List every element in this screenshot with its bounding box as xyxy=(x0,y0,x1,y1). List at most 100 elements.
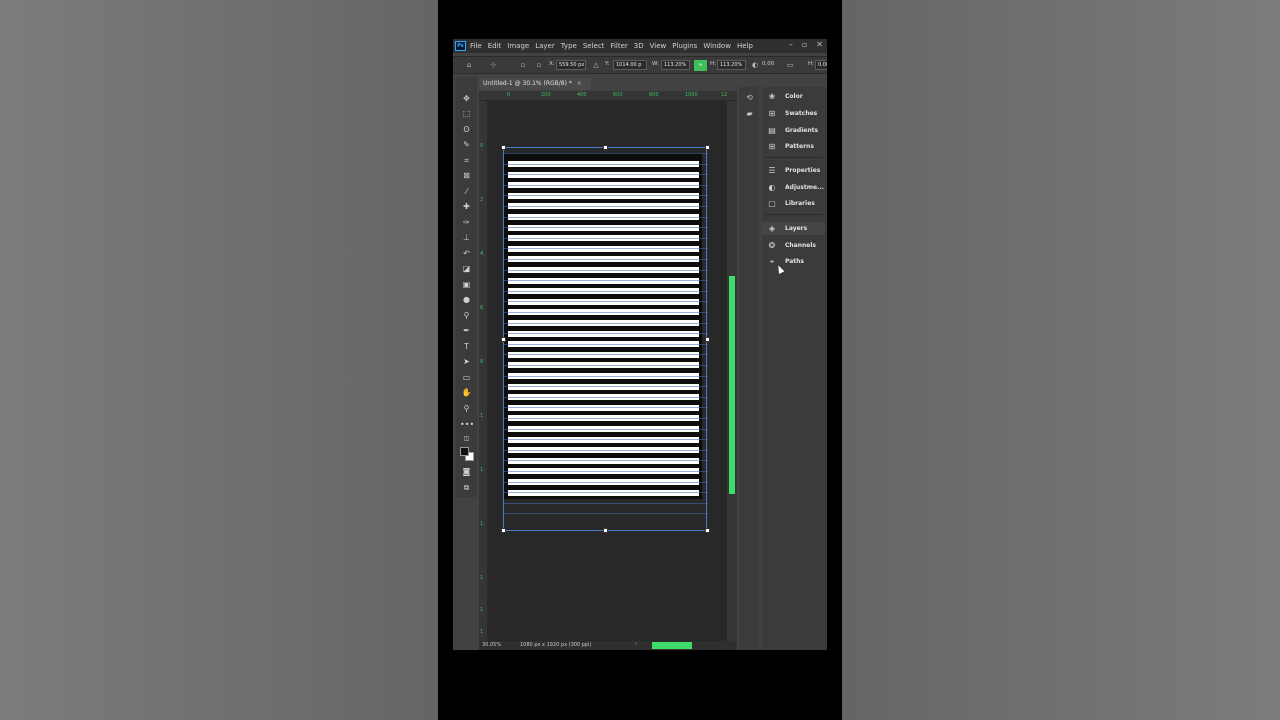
x-label: X: xyxy=(549,61,555,67)
angle-field[interactable]: 0.00 xyxy=(762,61,774,67)
home-icon[interactable]: ⌂ xyxy=(465,61,473,69)
panel-label: Color xyxy=(785,93,803,100)
screen-mode-icon[interactable]: ⧉ xyxy=(460,482,473,494)
menu-view[interactable]: View xyxy=(650,42,667,50)
pen-tool-icon[interactable]: ✒ xyxy=(460,325,473,337)
hand-tool-icon[interactable]: ✋ xyxy=(460,387,473,399)
frame-tool-icon[interactable]: ⊠ xyxy=(460,170,473,182)
brush-tool-icon[interactable]: ✑ xyxy=(460,217,473,229)
menu-type[interactable]: Type xyxy=(561,42,577,50)
horizontal-scrollbar-thumb[interactable] xyxy=(652,642,692,649)
history-icon[interactable]: ⟲ xyxy=(744,92,755,103)
layer-bound-line xyxy=(504,227,708,229)
panel-libraries[interactable]: ▢ Libraries xyxy=(762,197,825,210)
reference-grid-icon[interactable]: ▫ xyxy=(535,61,543,69)
tab-close-icon[interactable]: × xyxy=(577,80,582,87)
zoom-tool-icon[interactable]: ⚲ xyxy=(460,403,473,415)
panel-label: Gradients xyxy=(785,127,819,134)
menu-filter[interactable]: Filter xyxy=(610,42,627,50)
quick-mask-icon[interactable]: ◙ xyxy=(460,466,473,478)
path-selection-tool-icon[interactable]: ➤ xyxy=(460,356,473,368)
menu-layer[interactable]: Layer xyxy=(535,42,555,50)
y-label: Y: xyxy=(605,61,610,67)
warp-icon[interactable]: ▭ xyxy=(786,61,794,69)
transform-handle-right[interactable] xyxy=(705,337,710,342)
reference-point-icon[interactable]: ▫ xyxy=(519,61,527,69)
photoshop-logo-icon: Ps xyxy=(455,41,466,51)
y-field[interactable]: 1014.00 p xyxy=(613,60,647,70)
canvas-area[interactable] xyxy=(488,101,727,641)
menu-help[interactable]: Help xyxy=(737,42,753,50)
panel-properties[interactable]: ☰ Properties xyxy=(762,164,825,177)
panel-paths[interactable]: ⌖ Paths xyxy=(762,255,825,268)
transform-handle-top[interactable] xyxy=(603,145,608,150)
move-tool-preset-icon[interactable]: ⊹ xyxy=(489,61,497,69)
ruler-tick: 4 xyxy=(480,251,484,257)
default-colors-icon[interactable]: ◫ xyxy=(460,433,473,445)
vertical-scrollbar[interactable] xyxy=(727,101,737,641)
layer-bound-line xyxy=(504,290,708,292)
panel-layers[interactable]: ◈ Layers xyxy=(762,222,825,235)
document-info: 1080 px x 1920 px (300 ppi) xyxy=(520,642,592,648)
h-field[interactable]: 113.20% xyxy=(717,60,746,70)
transform-bounding-box[interactable] xyxy=(501,145,710,533)
gradient-tool-icon[interactable]: ▣ xyxy=(460,279,473,291)
quick-select-tool-icon[interactable]: ✎ xyxy=(460,139,473,151)
menu-edit[interactable]: Edit xyxy=(488,42,502,50)
layer-bound-line xyxy=(504,407,708,409)
document-tab[interactable]: Untitled-1 @ 30.1% (RGB/8) * × xyxy=(479,78,591,90)
minimize-icon[interactable]: – xyxy=(789,40,793,49)
lasso-tool-icon[interactable]: ʘ xyxy=(460,124,473,136)
layer-bound-line xyxy=(504,259,708,260)
dodge-tool-icon[interactable]: ⚲ xyxy=(460,310,473,322)
maximize-icon[interactable]: ▫ xyxy=(802,40,807,49)
layer-bound-line xyxy=(504,492,708,494)
menu-3d[interactable]: 3D xyxy=(634,42,644,50)
panel-gradients[interactable]: ▤ Gradients xyxy=(762,124,825,137)
menu-window[interactable]: Window xyxy=(703,42,731,50)
transform-handle-top-right[interactable] xyxy=(705,145,710,150)
layer-bound-line xyxy=(504,216,708,218)
foreground-color-swatch[interactable] xyxy=(460,447,469,456)
h-skew-field[interactable]: 0.00 xyxy=(815,60,827,70)
menu-select[interactable]: Select xyxy=(583,42,605,50)
marquee-tool-icon[interactable]: ⬚ xyxy=(460,108,473,120)
menu-image[interactable]: Image xyxy=(507,42,529,50)
more-tools-icon[interactable]: ••• xyxy=(460,419,474,431)
type-tool-icon[interactable]: T xyxy=(460,341,473,353)
menu-plugins[interactable]: Plugins xyxy=(672,42,697,50)
h-skew-label: H: xyxy=(808,61,814,67)
panel-color[interactable]: ❀ Color xyxy=(762,90,825,103)
clone-stamp-tool-icon[interactable]: ⊥ xyxy=(460,232,473,244)
close-icon[interactable]: ✕ xyxy=(816,40,823,49)
w-field[interactable]: 113.20% xyxy=(661,60,690,70)
link-aspect-button[interactable]: ∞ xyxy=(694,60,707,71)
transform-handle-bottom-left[interactable] xyxy=(501,528,506,533)
rectangle-tool-icon[interactable]: ▭ xyxy=(460,372,473,384)
healing-brush-tool-icon[interactable]: ✚ xyxy=(460,201,473,213)
rotate-icon[interactable]: ◐ xyxy=(751,61,759,69)
transform-handle-bottom[interactable] xyxy=(603,528,608,533)
eyedropper-tool-icon[interactable]: ⁄ xyxy=(460,186,473,198)
transform-handle-bottom-right[interactable] xyxy=(705,528,710,533)
panel-swatches[interactable]: ⊞ Swatches xyxy=(762,107,825,120)
panel-dock: ❀ Color ⊞ Swatches ▤ Gradients ⊞ Pattern… xyxy=(762,87,827,650)
x-field[interactable]: 559.50 px xyxy=(556,60,586,70)
layer-bound-line xyxy=(504,386,708,388)
transform-handle-left[interactable] xyxy=(501,337,506,342)
panel-patterns[interactable]: ⊞ Patterns xyxy=(762,140,825,153)
panel-channels[interactable]: ❂ Channels xyxy=(762,239,825,252)
status-arrow-icon[interactable]: › xyxy=(635,641,637,647)
menu-file[interactable]: File xyxy=(470,42,482,50)
crop-tool-icon[interactable]: ⌗ xyxy=(460,155,473,167)
move-tool-icon[interactable]: ✥ xyxy=(460,93,473,105)
vertical-scrollbar-thumb[interactable] xyxy=(729,276,735,494)
delta-icon[interactable]: △ xyxy=(592,61,600,69)
history-brush-tool-icon[interactable]: ↶ xyxy=(460,248,473,260)
zoom-level[interactable]: 30.05% xyxy=(482,642,501,648)
eraser-tool-icon[interactable]: ◪ xyxy=(460,263,473,275)
blur-tool-icon[interactable]: ● xyxy=(460,294,473,306)
transform-handle-top-left[interactable] xyxy=(501,145,506,150)
panel-adjustments[interactable]: ◐ Adjustme... xyxy=(762,181,825,194)
comments-icon[interactable]: ▰ xyxy=(744,108,755,119)
